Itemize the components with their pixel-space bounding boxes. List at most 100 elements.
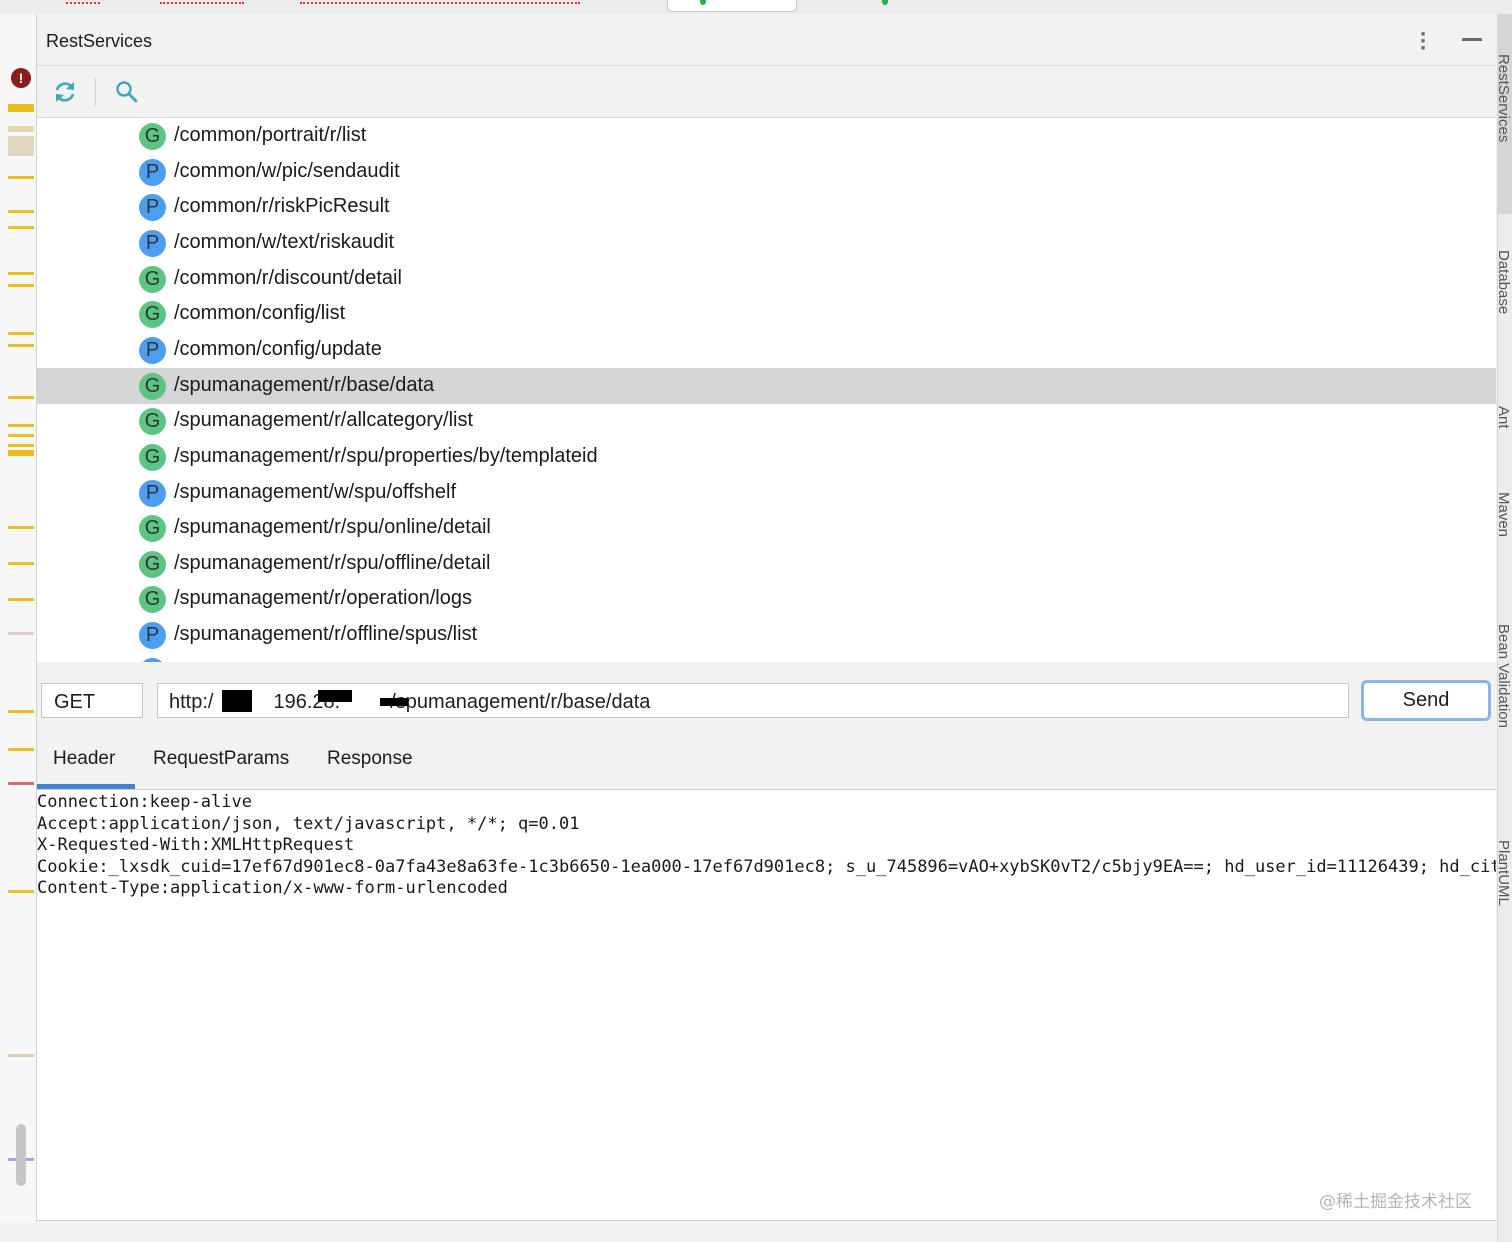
service-row[interactable]: G/spumanagement/r/spu/online/detail <box>37 510 1496 546</box>
tool-window-database[interactable]: Database <box>1498 250 1512 314</box>
gutter-marker <box>8 210 34 213</box>
service-row[interactable]: P/common/w/pic/sendaudit <box>37 154 1496 190</box>
service-row[interactable]: G/common/portrait/r/list <box>37 118 1496 154</box>
gutter-marker <box>8 1054 34 1057</box>
service-row[interactable]: G/common/r/discount/detail <box>37 261 1496 297</box>
error-icon[interactable]: ! <box>11 68 31 88</box>
service-path: /spumanagement/r/offline/spus/list <box>174 623 478 646</box>
header-line: Accept:application/json, text/javascript… <box>37 813 580 834</box>
editor-tab[interactable] <box>667 0 797 12</box>
gutter-marker <box>8 632 34 635</box>
get-method-icon: G <box>139 443 166 471</box>
more-options-icon[interactable]: · · · <box>1417 26 1429 58</box>
gutter-marker <box>8 272 34 275</box>
service-path: /common/config/update <box>174 337 382 360</box>
service-row[interactable]: P/common/config/update <box>37 332 1496 368</box>
editor-gutter: ! <box>0 14 37 1222</box>
url-field[interactable]: http:/196.28./spumanagement/r/base/data <box>157 683 1349 718</box>
post-method-icon: P <box>139 622 166 650</box>
gutter-marker <box>8 424 34 427</box>
gutter-scrollbar[interactable] <box>16 1124 26 1186</box>
gutter-marker <box>8 344 34 347</box>
gutter-marker <box>8 748 34 751</box>
service-row[interactable]: G/spumanagement/r/spu/properties/by/temp… <box>37 439 1496 475</box>
refresh-icon[interactable] <box>51 78 79 106</box>
get-method-icon: G <box>139 372 166 400</box>
tool-window-restservices[interactable]: RestServices <box>1498 54 1512 142</box>
gutter-marker <box>8 710 34 713</box>
header-line: Cookie:_lxsdk_cuid=17ef67d901ec8-0a7fa43… <box>37 856 1496 877</box>
get-method-icon: G <box>139 586 166 614</box>
error-underline <box>66 0 100 4</box>
service-path: /common/w/pic/sendaudit <box>174 159 400 182</box>
service-row-selected[interactable]: G/spumanagement/r/base/data <box>37 367 1496 404</box>
post-method-icon: P <box>139 229 166 257</box>
service-list: G/common/portrait/r/list P/common/w/pic/… <box>37 118 1496 662</box>
send-button[interactable]: Send <box>1361 680 1491 721</box>
gutter-marker <box>8 782 34 785</box>
service-path: /spumanagement/r/operation/logs <box>174 587 472 610</box>
service-path: /common/r/riskPicResult <box>174 195 390 218</box>
gutter-marker <box>8 136 34 156</box>
service-path: /common/config/list <box>174 302 346 325</box>
header-line: Content-Type:application/x-www-form-urle… <box>37 878 508 898</box>
redaction <box>222 690 252 712</box>
gutter-marker <box>8 562 34 565</box>
service-row-partial[interactable] <box>37 653 1496 662</box>
service-row[interactable]: P/common/w/text/riskaudit <box>37 225 1496 261</box>
post-method-icon: P <box>139 194 166 222</box>
service-path: /spumanagement/r/allcategory/list <box>174 409 474 432</box>
gutter-marker <box>8 104 34 112</box>
panel-title: RestServices <box>46 31 153 51</box>
service-row[interactable]: P/spumanagement/w/spu/offshelf <box>37 475 1496 511</box>
gutter-marker <box>8 332 34 335</box>
service-row[interactable]: G/spumanagement/r/operation/logs <box>37 581 1496 617</box>
service-path: /spumanagement/w/spu/offshelf <box>174 480 457 503</box>
service-row[interactable]: P/common/r/riskPicResult <box>37 189 1496 225</box>
gutter-marker <box>8 526 34 529</box>
tool-window-ant[interactable]: Ant <box>1498 406 1512 429</box>
active-tab-indicator <box>37 784 135 789</box>
header-line: Connection:keep-alive <box>37 792 252 812</box>
service-row[interactable]: G/spumanagement/r/spu/offline/detail <box>37 546 1496 582</box>
panel-header: RestServices · · · <box>37 18 1496 66</box>
service-row[interactable]: G/common/config/list <box>37 296 1496 332</box>
status-dot <box>882 0 888 5</box>
service-path: /common/r/discount/detail <box>174 266 402 289</box>
gutter-marker <box>8 444 34 447</box>
tool-window-bean-validation[interactable]: Bean Validation <box>1498 624 1512 728</box>
service-row[interactable]: G/spumanagement/r/allcategory/list <box>37 403 1496 439</box>
url-prefix: http:/ <box>169 691 214 713</box>
gutter-marker <box>8 598 34 601</box>
error-underline <box>300 0 580 4</box>
tab-header[interactable]: Header <box>53 748 115 770</box>
toolbar-separator <box>95 78 96 106</box>
url-path: /spumanagement/r/base/data <box>390 691 651 713</box>
tool-window-maven[interactable]: Maven <box>1498 492 1512 537</box>
service-path: /spumanagement/r/spu/online/detail <box>174 516 491 539</box>
tool-window-bar: RestServices Database Ant Maven Bean Val… <box>1497 14 1512 1242</box>
search-icon[interactable] <box>113 78 141 106</box>
get-method-icon: G <box>139 301 166 329</box>
get-method-icon: G <box>139 408 166 436</box>
service-path: /common/portrait/r/list <box>174 124 367 146</box>
request-tabs: Header RequestParams Response <box>37 743 1496 790</box>
minimize-icon[interactable] <box>1462 38 1482 41</box>
tab-request-params[interactable]: RequestParams <box>153 748 289 770</box>
post-method-icon: P <box>139 479 166 507</box>
get-method-icon: G <box>139 515 166 543</box>
tool-window-plantuml[interactable]: PlantUML <box>1498 840 1512 906</box>
header-editor[interactable]: Connection:keep-alive Accept:application… <box>37 790 1496 1221</box>
gutter-marker <box>8 450 34 456</box>
tab-response[interactable]: Response <box>327 748 413 770</box>
get-method-icon: G <box>139 265 166 293</box>
service-row[interactable]: P/spumanagement/r/offline/spus/list <box>37 617 1496 653</box>
post-method-icon: P <box>139 336 166 364</box>
service-path: /spumanagement/r/spu/properties/by/templ… <box>174 444 598 467</box>
get-method-icon: G <box>139 123 166 150</box>
post-method-icon: P <box>139 158 166 186</box>
redaction <box>318 690 352 702</box>
gutter-marker <box>8 396 34 399</box>
gutter-marker <box>8 126 34 132</box>
http-method-field[interactable]: GET <box>41 683 143 718</box>
